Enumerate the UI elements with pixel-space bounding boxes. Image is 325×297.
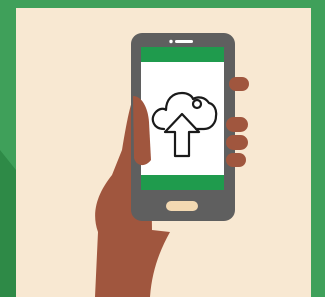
border-shade — [0, 150, 16, 297]
screen-top-bar — [141, 47, 224, 62]
phone-upload-illustration — [0, 0, 325, 297]
finger-2 — [226, 117, 248, 132]
home-button — [166, 201, 198, 211]
illustration-scene — [0, 0, 325, 297]
finger-3 — [226, 135, 248, 150]
phone-camera — [169, 39, 173, 44]
finger-1 — [229, 77, 249, 91]
screen-bottom-bar — [141, 175, 224, 190]
finger-4 — [226, 153, 246, 167]
phone-speaker — [175, 40, 193, 43]
